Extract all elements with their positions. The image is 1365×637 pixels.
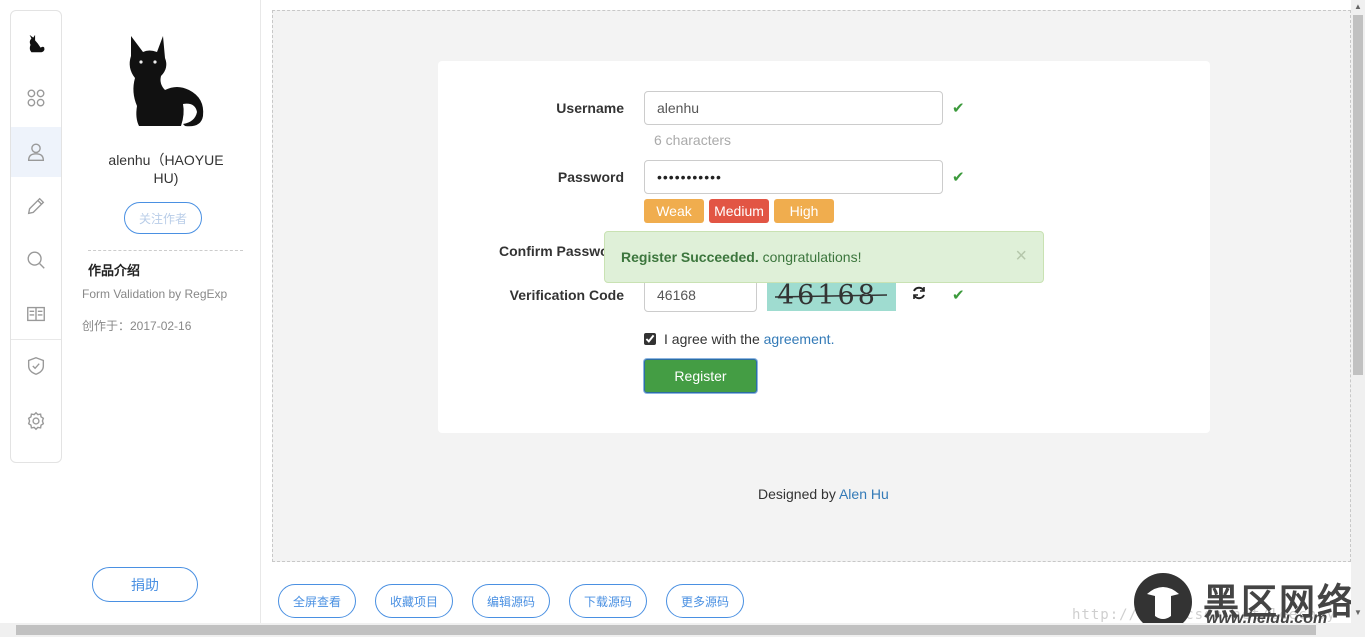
agree-text: I agree with the (664, 331, 760, 347)
verification-valid-check-icon: ✔ (952, 287, 965, 304)
agree-dot: . (830, 331, 835, 347)
username-label: Username (556, 100, 624, 116)
horizontal-scrollbar[interactable] (0, 623, 1365, 637)
alert-text: congratulations! (758, 249, 862, 265)
designed-by-label: Designed by (758, 486, 836, 502)
sidebar-item-search[interactable] (11, 235, 61, 285)
username-input[interactable]: alenhu (644, 91, 943, 125)
author-link[interactable]: Alen Hu (839, 486, 889, 502)
scroll-up-icon[interactable]: ▲ (1354, 2, 1362, 11)
donate-button[interactable]: 捐助 (92, 567, 198, 602)
follow-author-button[interactable]: 关注作者 (124, 202, 202, 234)
vertical-scroll-thumb[interactable] (1353, 15, 1363, 375)
user-icon (27, 143, 45, 161)
book-icon (27, 306, 45, 322)
download-source-button[interactable]: 下载源码 (569, 584, 647, 618)
gear-icon (27, 411, 45, 431)
strength-weak-badge: Weak (644, 199, 704, 223)
vertical-scrollbar[interactable]: ▲ ▼ (1351, 0, 1365, 623)
strength-high-badge: High (774, 199, 834, 223)
verification-code-input[interactable]: 46168 (644, 278, 757, 312)
icon-sidebar (10, 10, 62, 463)
profile-divider (88, 250, 243, 251)
refresh-captcha-icon[interactable] (911, 285, 927, 301)
alert-strong: Register Succeeded. (621, 249, 759, 265)
sidebar-item-security[interactable] (11, 341, 61, 391)
register-button[interactable]: Register (644, 359, 757, 393)
alert-close-icon[interactable]: × (1015, 245, 1027, 268)
author-avatar (129, 36, 204, 127)
sidebar-cat-logo[interactable] (11, 19, 61, 69)
author-name: alenhu（HAOYUE HU) (108, 152, 224, 186)
strength-medium-badge: Medium (709, 199, 769, 223)
intro-description: Form Validation by RegExp (82, 287, 228, 301)
sidebar-item-docs[interactable] (11, 289, 61, 339)
username-valid-check-icon: ✔ (952, 100, 965, 117)
scroll-down-icon[interactable]: ▼ (1354, 608, 1362, 617)
edit-source-button[interactable]: 编辑源码 (472, 584, 550, 618)
favorite-button[interactable]: 收藏项目 (375, 584, 453, 618)
password-valid-check-icon: ✔ (952, 169, 965, 186)
cat-logo-icon (29, 34, 45, 53)
command-icon (27, 89, 45, 107)
intro-title: 作品介绍 (88, 263, 141, 278)
app-root: alenhu（HAOYUE HU) 关注作者 作品介绍 Form Validat… (0, 0, 1365, 637)
panel-divider (260, 0, 261, 637)
sidebar-item-settings[interactable] (11, 396, 61, 446)
created-date: 创作于：2017-02-16 (82, 319, 192, 333)
username-help: 6 characters (654, 132, 732, 148)
sidebar-item-profile[interactable] (11, 127, 61, 177)
agree-checkbox[interactable] (644, 333, 656, 345)
alert-message: Register Succeeded. congratulations! (621, 249, 861, 265)
success-alert: Register Succeeded. congratulations! × (604, 231, 1044, 283)
password-input[interactable]: ••••••••••• (644, 160, 943, 194)
sidebar-item-edit[interactable] (11, 181, 61, 231)
designed-by: Designed by Alen Hu (758, 486, 889, 502)
search-icon (27, 251, 45, 269)
captcha-image[interactable]: 46168 (767, 280, 896, 311)
shield-check-icon (27, 357, 45, 375)
pencil-icon (27, 197, 45, 215)
password-label: Password (557, 169, 624, 185)
agreement-link[interactable]: agreement (764, 331, 831, 347)
fullscreen-button[interactable]: 全屏查看 (278, 584, 356, 618)
captcha-noise (774, 294, 888, 298)
verification-code-label: Verification Code (509, 287, 624, 303)
more-source-button[interactable]: 更多源码 (666, 584, 744, 618)
agreement-row: I agree with the agreement. (644, 331, 834, 347)
sidebar-item-apps[interactable] (11, 73, 61, 123)
horizontal-scroll-thumb[interactable] (16, 625, 1316, 635)
